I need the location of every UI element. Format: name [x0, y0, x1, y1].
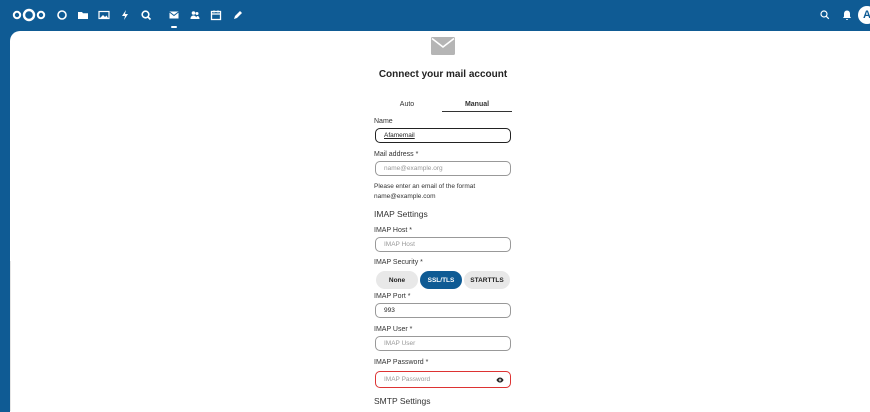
- avatar-initial: A: [863, 9, 870, 21]
- active-app-indicator: [171, 26, 177, 28]
- mode-tabs: Auto Manual: [372, 101, 512, 113]
- imap-security-label: IMAP Security *: [374, 259, 423, 266]
- photos-icon[interactable]: [97, 8, 111, 22]
- calendar-icon[interactable]: [209, 8, 223, 22]
- imap-password-label: IMAP Password *: [374, 359, 429, 366]
- mail-address-label: Mail address *: [374, 151, 419, 158]
- smtp-settings-heading: SMTP Settings: [374, 396, 431, 406]
- security-ssl-tls-button[interactable]: SSL/TLS: [420, 271, 462, 289]
- top-bar: A: [0, 0, 870, 31]
- imap-port-field[interactable]: 993: [375, 303, 511, 318]
- security-none-button[interactable]: None: [376, 271, 418, 289]
- nextcloud-logo[interactable]: [12, 8, 46, 22]
- imap-user-label: IMAP User *: [374, 326, 413, 333]
- imap-port-label: IMAP Port *: [374, 293, 411, 300]
- files-icon[interactable]: [76, 8, 90, 22]
- name-label: Name: [374, 118, 393, 125]
- mail-address-placeholder: name@example.org: [384, 165, 443, 172]
- notifications-icon[interactable]: [840, 8, 854, 22]
- main-content: Connect your mail account Auto Manual Na…: [10, 31, 870, 412]
- search-icon[interactable]: [818, 8, 832, 22]
- name-field[interactable]: Afamemail: [375, 128, 511, 143]
- imap-password-placeholder: IMAP Password: [384, 376, 431, 383]
- dashboard-icon[interactable]: [55, 8, 69, 22]
- tab-auto[interactable]: Auto: [372, 101, 442, 108]
- mail-icon[interactable]: [167, 8, 181, 22]
- imap-password-field[interactable]: IMAP Password: [375, 371, 511, 388]
- imap-port-value: 993: [384, 307, 395, 314]
- mail-address-field[interactable]: name@example.org: [375, 161, 511, 176]
- notes-icon[interactable]: [231, 8, 245, 22]
- tab-manual[interactable]: Manual: [442, 101, 512, 112]
- imap-user-placeholder: IMAP User: [384, 340, 416, 347]
- imap-host-field[interactable]: IMAP Host: [375, 237, 511, 252]
- page-title: Connect your mail account: [378, 69, 508, 80]
- imap-user-field[interactable]: IMAP User: [375, 336, 511, 351]
- envelope-icon: [431, 37, 455, 55]
- imap-host-label: IMAP Host *: [374, 227, 412, 234]
- avatar[interactable]: A: [858, 6, 870, 24]
- imap-settings-heading: IMAP Settings: [374, 209, 428, 219]
- activity-icon[interactable]: [118, 8, 132, 22]
- search-app-icon[interactable]: [139, 8, 153, 22]
- security-starttls-button[interactable]: STARTTLS: [464, 271, 510, 289]
- contacts-icon[interactable]: [188, 8, 202, 22]
- name-value: Afamemail: [384, 132, 415, 139]
- show-password-icon[interactable]: [496, 376, 504, 384]
- mail-address-hint: Please enter an email of the format name…: [374, 183, 476, 200]
- imap-host-placeholder: IMAP Host: [384, 241, 415, 248]
